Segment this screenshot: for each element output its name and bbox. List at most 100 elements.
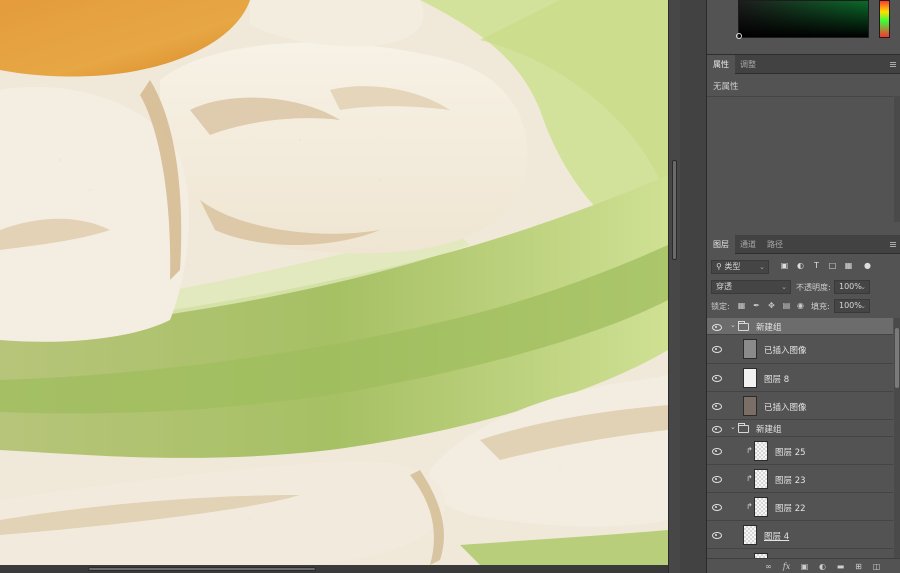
layer-name: 图层 4 — [764, 532, 790, 542]
color-picker-field[interactable] — [738, 0, 869, 38]
visibility-eye-icon[interactable] — [712, 503, 722, 511]
delete-layer-icon[interactable]: ◫ — [871, 561, 882, 572]
tab-properties[interactable]: 属性 — [707, 55, 735, 74]
layer-row[interactable]: 已插入图像 — [707, 392, 893, 420]
layer-name: 图层 23 — [775, 476, 806, 486]
vertical-scroll-thumb[interactable] — [672, 160, 677, 260]
layer-row-clipped[interactable]: ↱ 图层 23 — [707, 465, 893, 493]
chevron-down-icon[interactable]: ⌄ — [730, 321, 736, 329]
layer-row-group[interactable]: ⌄ 新建组 — [707, 318, 893, 335]
visibility-eye-icon[interactable] — [712, 402, 722, 410]
blend-opacity-row: 穿透 ⌄ 不透明度: 100% ⌄ — [707, 279, 900, 296]
layer-name: 新建组 — [756, 425, 782, 435]
blend-mode-select[interactable]: 穿透 ⌄ — [711, 280, 791, 294]
visibility-eye-icon[interactable] — [712, 531, 722, 539]
opacity-label: 不透明度: — [796, 283, 831, 292]
smart-object-filter-icon[interactable]: ▦ — [844, 261, 853, 270]
lock-fill-row: 锁定: ▦ ✒ ✥ ▤ ◉ 填充: 100% ⌄ — [707, 298, 900, 315]
type-filter-icon[interactable]: T — [812, 261, 821, 270]
vertical-scrollbar[interactable] — [668, 0, 680, 573]
new-layer-icon[interactable]: ⊞ — [853, 561, 864, 572]
layer-row-clipped[interactable]: ↱ 图层 22 — [707, 493, 893, 521]
layer-thumbnail — [743, 525, 757, 545]
panel-dock-gutter — [680, 0, 707, 573]
fx-icon[interactable]: fx — [781, 561, 792, 572]
chevron-down-icon: ⌄ — [759, 263, 765, 271]
image-filter-icon[interactable]: ▣ — [780, 261, 789, 270]
clipping-arrow-icon: ↱ — [746, 502, 753, 511]
hue-slider[interactable] — [879, 0, 890, 38]
visibility-eye-icon[interactable] — [712, 447, 722, 455]
no-properties-text: 无属性 — [713, 82, 739, 92]
lock-all-icon[interactable]: ◉ — [796, 301, 805, 310]
link-layers-icon[interactable]: ∞ — [763, 561, 774, 572]
visibility-eye-icon[interactable] — [712, 323, 722, 331]
properties-tab-bar: 属性 调整 — [707, 55, 900, 74]
layer-thumbnail — [754, 497, 768, 517]
tab-adjustments[interactable]: 调整 — [734, 55, 762, 74]
document-canvas[interactable] — [0, 0, 668, 565]
new-group-icon[interactable]: ▬ — [835, 561, 846, 572]
layer-filter-row: ⚲ 类型 ⌄ ▣ ◐ T □ ▦ ● — [707, 259, 900, 276]
layer-row-group[interactable]: ⌄ 新建组 — [707, 420, 893, 437]
layer-thumbnail — [743, 396, 757, 416]
horizontal-scroll-thumb[interactable] — [88, 567, 316, 571]
layer-thumbnail — [754, 441, 768, 461]
layers-panel: 图层 通道 路径 ⚲ 类型 ⌄ ▣ ◐ T □ ▦ ● 穿透 ⌄ 不透明度: 1… — [707, 235, 900, 573]
fill-label: 填充: — [811, 302, 830, 311]
layer-name: 已插入图像 — [764, 403, 807, 413]
layer-name: 已插入图像 — [764, 346, 807, 356]
adjustment-layer-icon[interactable]: ◐ — [817, 561, 828, 572]
layer-row[interactable]: 图层 8 — [707, 364, 893, 392]
horizontal-scrollbar[interactable] — [0, 565, 668, 573]
layers-scrollbar[interactable] — [894, 318, 900, 561]
panel-menu-icon[interactable] — [890, 62, 896, 67]
properties-scrollbar[interactable] — [894, 96, 900, 222]
lock-artboard-icon[interactable]: ▤ — [782, 301, 791, 310]
chevron-down-icon: ⌄ — [781, 283, 787, 291]
layer-row-clipped[interactable]: ↱ 图层 25 — [707, 437, 893, 465]
filter-kind-select[interactable]: ⚲ 类型 ⌄ — [711, 260, 769, 274]
clipping-arrow-icon: ↱ — [746, 474, 753, 483]
lock-label: 锁定: — [711, 302, 730, 311]
layer-row[interactable]: 图层 4 — [707, 521, 893, 549]
layers-footer-toolbar: ∞ fx ▣ ◐ ▬ ⊞ ◫ — [707, 558, 900, 573]
visibility-eye-icon[interactable] — [712, 374, 722, 382]
opacity-input[interactable]: 100% ⌄ — [834, 280, 870, 294]
layer-thumbnail — [743, 339, 757, 359]
visibility-eye-icon[interactable] — [712, 425, 722, 433]
tab-layers[interactable]: 图层 — [707, 235, 735, 254]
fill-value: 100% — [839, 301, 862, 310]
layer-name: 新建组 — [756, 323, 782, 333]
fill-input[interactable]: 100% ⌄ — [834, 299, 870, 313]
visibility-eye-icon[interactable] — [712, 345, 722, 353]
chevron-down-icon: ⌄ — [860, 283, 866, 291]
layer-thumbnail — [743, 368, 757, 388]
shape-filter-icon[interactable]: □ — [828, 261, 837, 270]
color-picker-handle[interactable] — [736, 33, 742, 39]
chevron-down-icon: ⌄ — [860, 302, 866, 310]
layers-tab-bar: 图层 通道 路径 — [707, 235, 900, 254]
adjustment-filter-icon[interactable]: ◐ — [796, 261, 805, 270]
lock-position-icon[interactable]: ✥ — [767, 301, 776, 310]
layer-list[interactable]: ⌄ 新建组 已插入图像 图层 8 已插入图像 ⌄ 新建组 ↱ 图层 25 ↱ 图… — [707, 318, 893, 561]
layer-thumbnail — [754, 469, 768, 489]
filter-kind-value: 类型 — [724, 262, 741, 271]
opacity-value: 100% — [839, 282, 862, 291]
tab-channels[interactable]: 通道 — [734, 235, 762, 254]
layer-name: 图层 8 — [764, 375, 790, 385]
chevron-down-icon[interactable]: ⌄ — [730, 423, 736, 431]
blend-mode-value: 穿透 — [716, 282, 732, 291]
visibility-eye-icon[interactable] — [712, 475, 722, 483]
layers-scroll-thumb[interactable] — [895, 328, 899, 388]
color-panel — [707, 0, 900, 55]
tab-paths[interactable]: 路径 — [761, 235, 789, 254]
folder-icon — [738, 321, 749, 331]
panel-menu-icon[interactable] — [890, 242, 896, 247]
folder-icon — [738, 423, 749, 433]
lock-transparent-icon[interactable]: ▦ — [737, 301, 746, 310]
layer-row[interactable]: 已插入图像 — [707, 335, 893, 364]
add-mask-icon[interactable]: ▣ — [799, 561, 810, 572]
lock-image-icon[interactable]: ✒ — [752, 301, 761, 310]
filter-toggle-icon[interactable]: ● — [863, 261, 872, 270]
